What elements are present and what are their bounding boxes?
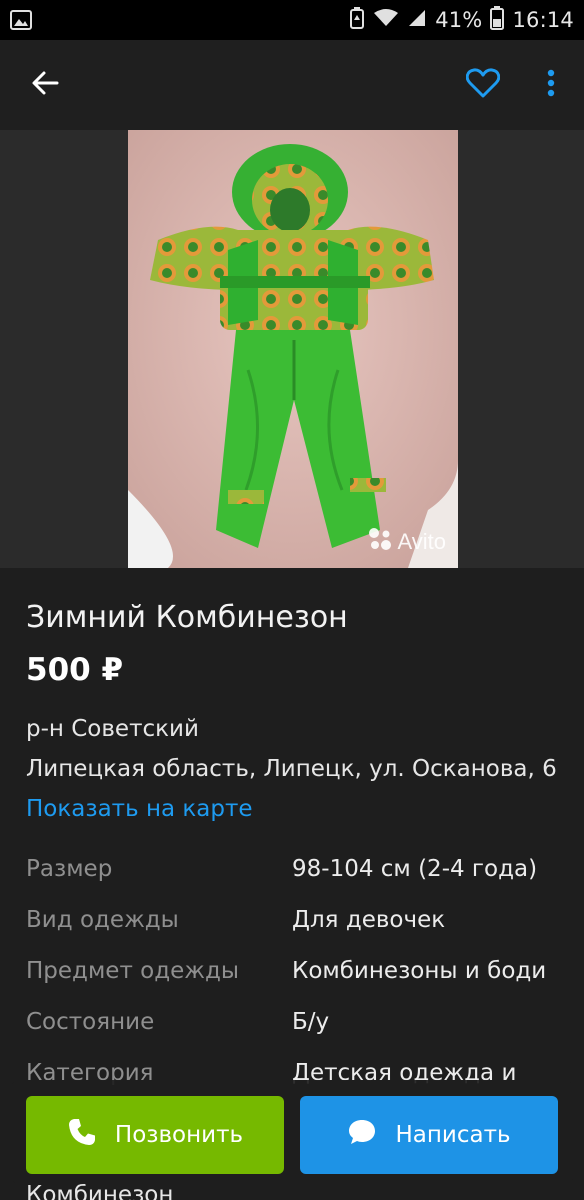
gallery-notification-icon xyxy=(10,10,32,30)
action-bar: Позвонить Написать xyxy=(10,1080,574,1184)
heart-outline-icon xyxy=(465,68,501,102)
watermark-text: Avito xyxy=(397,529,446,554)
param-row-clothing-item: Предмет одежды Комбинезоны и боди xyxy=(26,958,566,1009)
description-peek-text: Комбинезон xyxy=(26,1182,174,1200)
param-row-clothing-type: Вид одежды Для девочек xyxy=(26,907,566,958)
battery-saver-icon xyxy=(349,7,365,33)
photo-gallery[interactable]: Avito xyxy=(0,130,584,568)
listing-price: 500 ₽ xyxy=(26,652,124,688)
avito-watermark: Avito xyxy=(367,526,446,558)
arrow-left-icon xyxy=(30,68,60,102)
call-button[interactable]: Позвонить xyxy=(26,1096,284,1174)
app-bar xyxy=(0,40,584,130)
signal-icon xyxy=(407,8,427,32)
phone-icon xyxy=(67,1117,97,1153)
avito-logo-icon xyxy=(367,526,393,558)
write-button-label: Написать xyxy=(395,1122,511,1148)
param-label: Размер xyxy=(26,856,113,882)
clock: 16:14 xyxy=(512,8,574,32)
param-row-condition: Состояние Б/у xyxy=(26,1009,566,1060)
show-on-map-link[interactable]: Показать на карте xyxy=(26,796,253,822)
parameters-list: Размер 98-104 см (2-4 года) Вид одежды Д… xyxy=(26,856,566,1111)
param-value: Комбинезоны и боди xyxy=(292,958,547,984)
more-vertical-icon xyxy=(547,69,555,101)
chat-bubble-icon xyxy=(347,1118,377,1152)
listing-address: Липецкая область, Липецк, ул. Осканова, … xyxy=(26,756,557,782)
param-label: Состояние xyxy=(26,1009,155,1035)
more-options-button[interactable] xyxy=(536,64,566,106)
listing-district: р-н Советский xyxy=(26,716,199,742)
param-value: 98-104 см (2-4 года) xyxy=(292,856,538,882)
listing-title: Зимний Комбинезон xyxy=(26,600,348,635)
back-button[interactable] xyxy=(24,64,66,106)
param-value: Для девочек xyxy=(292,907,446,933)
param-value: Б/у xyxy=(292,1009,330,1035)
favorite-button[interactable] xyxy=(462,64,504,106)
write-message-button[interactable]: Написать xyxy=(300,1096,558,1174)
battery-percent: 41% xyxy=(435,8,483,32)
status-icons: 41% 16:14 xyxy=(349,6,574,34)
wifi-icon xyxy=(373,8,399,32)
status-bar: 41% 16:14 xyxy=(0,0,584,40)
battery-icon xyxy=(490,6,505,34)
param-label: Вид одежды xyxy=(26,907,179,933)
call-button-label: Позвонить xyxy=(114,1122,244,1148)
listing-photo[interactable]: Avito xyxy=(128,130,458,568)
param-label: Предмет одежды xyxy=(26,958,240,984)
param-row-size: Размер 98-104 см (2-4 года) xyxy=(26,856,566,907)
